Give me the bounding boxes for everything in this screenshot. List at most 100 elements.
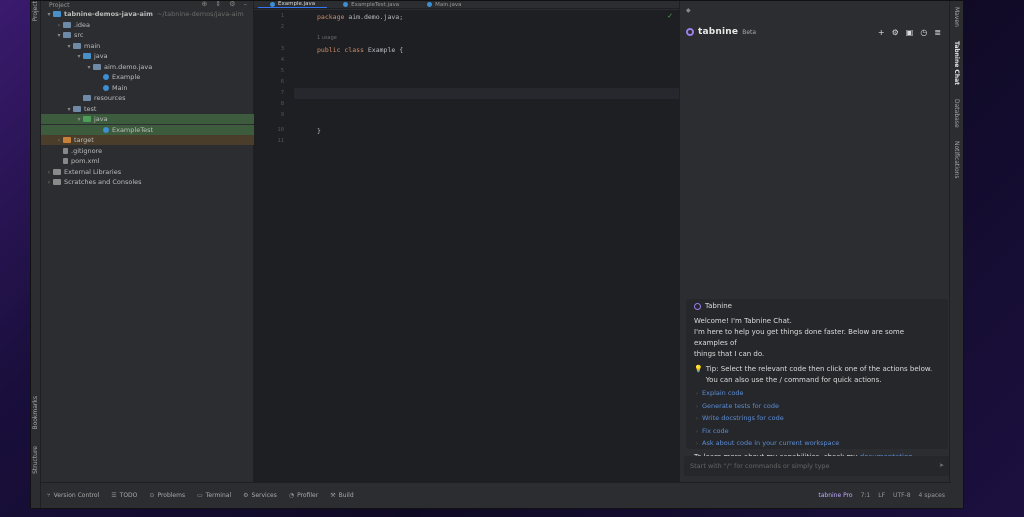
expand-arrow-icon[interactable]: ▾ bbox=[45, 10, 53, 20]
current-line-highlight bbox=[294, 88, 679, 99]
status-tool-button[interactable]: ▭ Terminal bbox=[197, 492, 231, 499]
tip-line-1: Tip: Select the relevant code then click… bbox=[705, 365, 933, 373]
tabnine-pro-status[interactable]: tabnine Pro bbox=[818, 492, 852, 499]
welcome-line-1: Welcome! I'm Tabnine Chat. bbox=[694, 317, 792, 325]
send-icon[interactable]: ➤ bbox=[939, 462, 944, 469]
tree-item-label: aim.demo.java bbox=[104, 62, 153, 71]
right-tool-button[interactable]: Maven bbox=[953, 7, 960, 27]
indent-setting[interactable]: 4 spaces bbox=[919, 492, 945, 499]
editor-tab[interactable]: Main.java bbox=[415, 2, 473, 8]
tool-label: Services bbox=[251, 492, 277, 499]
tree-item-label: target bbox=[74, 136, 94, 144]
tree-item[interactable]: ▾ aim.demo.java bbox=[41, 62, 254, 72]
java-class-icon bbox=[103, 84, 109, 91]
quick-action-link[interactable]: › Explain code bbox=[694, 388, 940, 401]
tree-item[interactable]: ▾ src bbox=[41, 30, 254, 40]
collapse-icon[interactable]: ⇕ bbox=[215, 1, 221, 8]
line-number: 4 bbox=[280, 57, 284, 63]
status-tool-button[interactable]: ⊙ Problems bbox=[149, 492, 185, 499]
tree-item[interactable]: resources bbox=[41, 93, 254, 103]
quick-action-link[interactable]: › Fix code bbox=[694, 426, 940, 439]
cursor-position[interactable]: 7:1 bbox=[861, 492, 871, 499]
tree-item[interactable]: › Scratches and Consoles bbox=[41, 177, 254, 187]
editor-tab[interactable]: ExampleTest.java bbox=[331, 2, 411, 8]
lightbulb-icon: 💡 bbox=[694, 365, 703, 373]
structure-tool-button[interactable]: Structure bbox=[32, 446, 39, 474]
expand-arrow-icon[interactable]: ▾ bbox=[65, 42, 73, 52]
folder-icon bbox=[63, 21, 71, 28]
expand-arrow-icon[interactable]: › bbox=[45, 178, 53, 188]
project-tool-button[interactable]: Project bbox=[32, 1, 39, 22]
tree-item[interactable]: ▾ java bbox=[41, 51, 254, 61]
quick-action-label: Ask about code in your current workspace bbox=[702, 439, 840, 447]
tree-item[interactable]: › target bbox=[41, 135, 254, 145]
folder-icon bbox=[83, 116, 91, 122]
minimize-icon[interactable]: – bbox=[244, 1, 248, 8]
quick-action-label: Fix code bbox=[702, 426, 729, 435]
bookmarks-tool-button[interactable]: Bookmarks bbox=[32, 396, 39, 430]
expand-arrow-icon[interactable]: ▾ bbox=[75, 52, 83, 62]
tool-icon: ⑂ bbox=[47, 492, 51, 499]
expand-arrow-icon[interactable]: ▾ bbox=[55, 31, 63, 41]
plus-icon[interactable]: + bbox=[878, 28, 885, 37]
tree-item[interactable]: Example bbox=[41, 72, 254, 82]
tree-item-label: src bbox=[74, 31, 84, 39]
status-tool-button[interactable]: ◔ Profiler bbox=[289, 492, 318, 499]
chevron-right-icon: › bbox=[696, 403, 698, 410]
tree-item[interactable]: ▾ java bbox=[41, 114, 254, 124]
right-tool-button[interactable]: Tabnine Chat bbox=[953, 41, 960, 85]
status-tool-button[interactable]: ☰ TODO bbox=[111, 492, 137, 499]
project-panel-title[interactable]: Project bbox=[49, 2, 70, 9]
code-editor[interactable]: 1 2 3 4 5 6 7 8 9 10 11 ✓ package aim.demo.java; 1… bbox=[254, 10, 679, 484]
tree-item[interactable]: › External Libraries bbox=[41, 167, 254, 177]
gear-icon[interactable]: ⚙ bbox=[229, 1, 235, 8]
file-encoding[interactable]: UTF-8 bbox=[893, 492, 911, 499]
editor-tab-bar: Example.java ExampleTest.java Main.java bbox=[254, 1, 679, 9]
chevron-right-icon: › bbox=[696, 428, 698, 435]
tree-item[interactable]: pom.xml bbox=[41, 156, 254, 166]
tree-item[interactable]: .gitignore bbox=[41, 146, 254, 156]
line-number: 7 bbox=[280, 90, 284, 96]
tree-item-label: Main bbox=[112, 83, 128, 92]
chat-bubble-icon[interactable]: ▣ bbox=[906, 28, 914, 37]
line-number: 9 bbox=[280, 112, 284, 118]
usage-hint[interactable]: 1 usage bbox=[317, 35, 337, 41]
expand-arrow-icon[interactable]: ▾ bbox=[75, 115, 83, 125]
tree-item[interactable]: ExampleTest bbox=[41, 124, 254, 135]
editor-tab[interactable]: Example.java bbox=[258, 1, 328, 8]
status-tool-button[interactable]: ⚒ Build bbox=[330, 492, 353, 499]
tool-icon: ◔ bbox=[288, 492, 295, 499]
quick-action-link[interactable]: › Generate tests for code bbox=[694, 401, 940, 414]
tree-item-label: java bbox=[94, 52, 108, 60]
expand-arrow-icon[interactable]: ▾ bbox=[65, 105, 73, 115]
folder-icon bbox=[83, 95, 91, 101]
tree-item[interactable]: › .idea bbox=[41, 20, 254, 30]
tabnine-chat-panel: ◆ tabnine Beta + ⚙ ▣ ◷ ≣ Tabnine Welcome… bbox=[679, 1, 951, 484]
right-tool-button[interactable]: Notifications bbox=[953, 141, 960, 179]
tree-item[interactable]: ▾ tabnine-demos-java-aim ~/tabnine-demos/j… bbox=[41, 9, 254, 19]
gear-icon[interactable]: ⚙ bbox=[892, 28, 899, 37]
chat-header: tabnine Beta + ⚙ ▣ ◷ ≣ bbox=[686, 25, 941, 39]
list-icon[interactable]: ≣ bbox=[934, 28, 941, 37]
history-icon[interactable]: ◷ bbox=[920, 28, 927, 37]
tree-item[interactable]: Main bbox=[41, 83, 254, 93]
expand-arrow-icon[interactable]: › bbox=[45, 168, 53, 178]
line-number: 5 bbox=[280, 68, 284, 74]
folder-icon bbox=[63, 32, 71, 38]
expand-arrow-icon[interactable]: › bbox=[55, 136, 63, 146]
tree-item[interactable]: ▾ test bbox=[41, 104, 254, 114]
tree-item[interactable]: ▾ main bbox=[41, 41, 254, 51]
right-tool-button[interactable]: Database bbox=[953, 99, 960, 128]
tool-icon: ⊙ bbox=[149, 492, 155, 499]
line-separator[interactable]: LF bbox=[878, 492, 885, 499]
expand-arrow-icon[interactable]: › bbox=[55, 21, 63, 31]
target-icon[interactable]: ⊕ bbox=[201, 1, 207, 8]
quick-action-link[interactable]: › Write docstrings for code bbox=[694, 413, 940, 426]
status-tool-button[interactable]: ⚙ Services bbox=[243, 492, 277, 499]
chat-input[interactable]: Start with "/" for commands or simply ty… bbox=[684, 456, 950, 476]
status-tool-button[interactable]: ⑂ Version Control bbox=[47, 492, 99, 499]
quick-action-link[interactable]: › Ask about code in your current workspac… bbox=[694, 438, 940, 451]
expand-arrow-icon[interactable]: ▾ bbox=[85, 63, 93, 73]
no-problems-icon[interactable]: ✓ bbox=[667, 12, 673, 20]
bell-icon[interactable]: ◆ bbox=[686, 7, 691, 14]
